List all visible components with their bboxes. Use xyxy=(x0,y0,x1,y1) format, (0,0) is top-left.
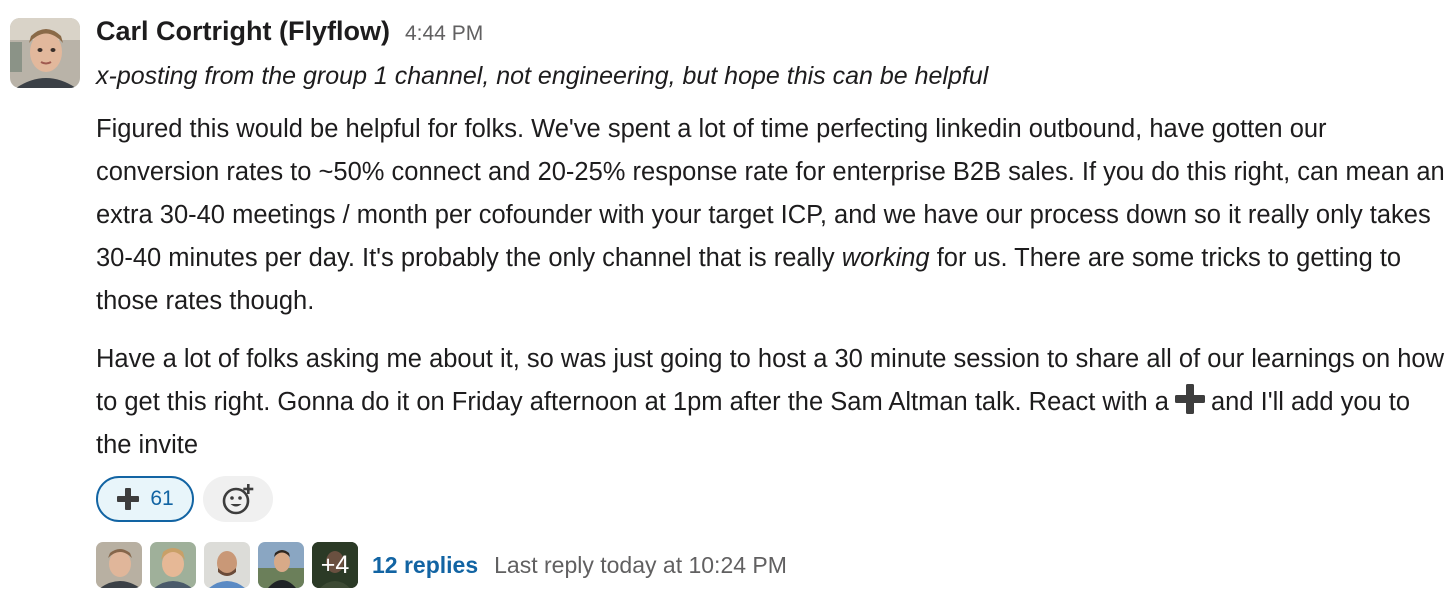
emphasis-working: working xyxy=(841,244,930,272)
slack-message: Carl Cortright (Flyflow) 4:44 PM x-posti… xyxy=(0,0,1456,598)
thread-participant-avatar xyxy=(204,542,250,588)
thread-participant-avatar xyxy=(150,542,196,588)
heavy-plus-icon xyxy=(117,488,140,510)
message-body: Figured this would be helpful for folks.… xyxy=(96,108,1446,467)
reaction-bar: 61 xyxy=(96,476,1446,522)
reply-count-link[interactable]: 12 replies xyxy=(372,552,478,579)
reaction-plus-button[interactable]: 61 xyxy=(96,476,194,522)
paragraph-1: Figured this would be helpful for folks.… xyxy=(96,108,1446,323)
paragraph-2: Have a lot of folks asking me about it, … xyxy=(96,338,1446,467)
add-reaction-button[interactable] xyxy=(203,476,273,522)
add-emoji-icon xyxy=(222,484,254,515)
thread-participant-avatar xyxy=(258,542,304,588)
last-reply-time: Last reply today at 10:24 PM xyxy=(494,551,787,578)
message-content: Carl Cortright (Flyflow) 4:44 PM x-posti… xyxy=(96,16,1446,589)
thread-more-count: +4 xyxy=(320,550,350,579)
thread-summary[interactable]: +4 12 replies Last reply today at 10:24 … xyxy=(96,541,1446,589)
reaction-count: 61 xyxy=(150,487,174,510)
forward-note: x-posting from the group 1 channel, not … xyxy=(96,62,989,90)
thread-more-participants: +4 xyxy=(312,542,358,588)
message-timestamp[interactable]: 4:44 PM xyxy=(405,22,483,46)
thread-participant-avatar xyxy=(96,542,142,588)
message-header: Carl Cortright (Flyflow) 4:44 PM xyxy=(96,16,1446,54)
sender-name[interactable]: Carl Cortright (Flyflow) xyxy=(96,16,390,47)
sender-avatar[interactable] xyxy=(10,18,80,88)
heavy-plus-icon xyxy=(1173,382,1207,416)
